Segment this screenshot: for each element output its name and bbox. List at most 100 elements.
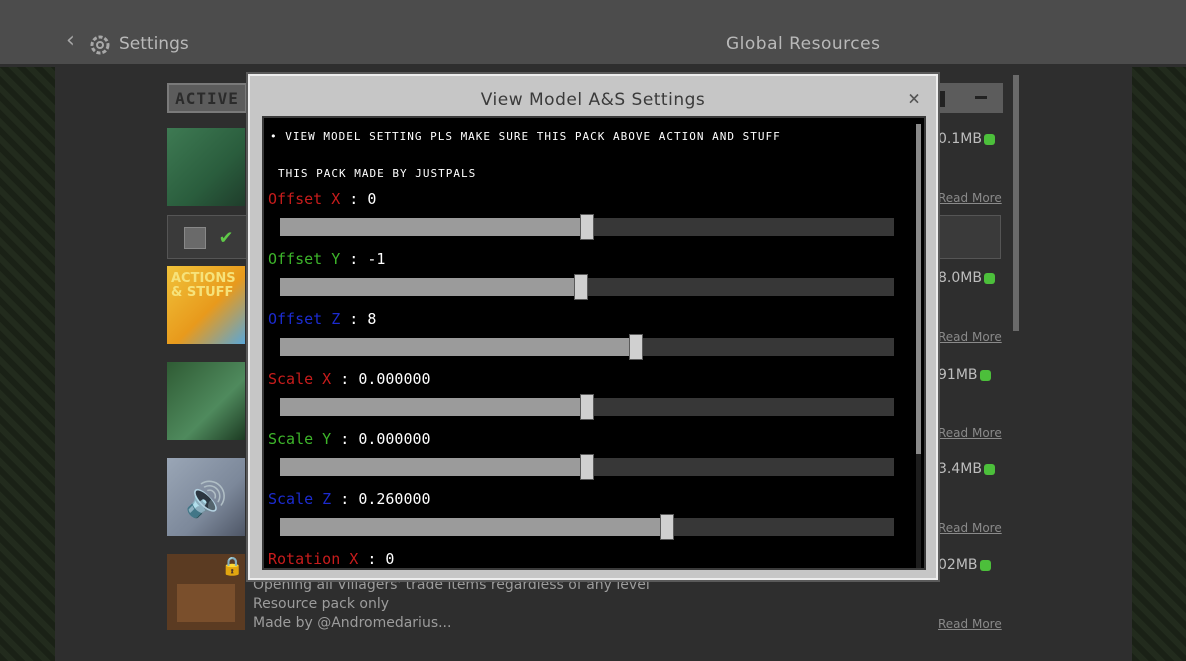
setting-name: Scale X (268, 370, 332, 388)
setting-label: Offset Y : -1 (268, 250, 385, 268)
slider-fill (280, 218, 587, 236)
setting-name: Scale Z (268, 490, 332, 508)
setting-value: 0 (367, 190, 377, 208)
setting-label: Rotation X : 0 (268, 550, 394, 568)
setting-slider[interactable] (280, 334, 894, 360)
setting-separator: : (331, 490, 359, 508)
pack-size: 0.1MB (938, 131, 995, 147)
settings-dialog: View Model A&S Settings × • VIEW MODEL S… (248, 74, 938, 580)
status-dot-icon (979, 559, 991, 571)
setting-name: Offset X (268, 190, 341, 208)
villager-face (177, 584, 235, 622)
dialog-title: View Model A&S Settings (480, 90, 706, 110)
pack-size: 8.0MB (938, 270, 995, 286)
status-dot-icon (983, 463, 995, 475)
setting-separator: : (340, 250, 368, 268)
lock-icon: 🔒 (221, 556, 244, 577)
slider-handle[interactable] (580, 454, 594, 480)
slider-fill (280, 518, 667, 536)
pack-type: Resource pack only (253, 596, 389, 612)
setting-slider[interactable] (280, 274, 894, 300)
setting-slider[interactable] (280, 394, 894, 420)
pack-size: 91MB (938, 367, 991, 383)
pack-thumbnail[interactable]: 🔊 (167, 458, 245, 536)
setting-slider[interactable] (280, 214, 894, 240)
gear-icon[interactable] (88, 33, 112, 57)
slider-fill (280, 458, 587, 476)
setting-label: Scale Y : 0.000000 (268, 430, 431, 448)
setting-label: Scale Z : 0.260000 (268, 490, 431, 508)
setting-value: 0.000000 (358, 370, 431, 388)
setting-slider[interactable] (280, 454, 894, 480)
setting-row: Scale Z : 0.260000 (268, 490, 908, 550)
close-icon[interactable]: × (908, 86, 920, 110)
setting-value: 0.000000 (358, 430, 431, 448)
setting-row: Scale X : 0.000000 (268, 370, 908, 430)
minus-icon (975, 96, 987, 99)
setting-separator: : (331, 370, 359, 388)
setting-separator: : (331, 430, 359, 448)
read-more-link[interactable]: Read More (938, 426, 1002, 440)
setting-slider[interactable] (280, 514, 894, 540)
setting-value: 8 (367, 310, 377, 328)
setting-row: Scale Y : 0.000000 (268, 430, 908, 490)
read-more-link[interactable]: Read More (938, 330, 1002, 344)
setting-label: Offset Z : 8 (268, 310, 376, 328)
checkmark-icon[interactable]: ✔ (220, 224, 232, 248)
setting-separator: : (340, 310, 368, 328)
setting-separator: : (358, 550, 386, 568)
setting-name: Rotation X (268, 550, 359, 568)
read-more-link[interactable]: Read More (938, 191, 1002, 205)
list-scrollbar[interactable] (1013, 75, 1019, 331)
pack-thumbnail[interactable] (167, 128, 245, 206)
setting-separator: : (340, 190, 368, 208)
setting-name: Offset Y (268, 250, 341, 268)
top-bar: ‹ Settings Global Resources (0, 0, 1186, 67)
background-wall-left (0, 67, 55, 661)
collapse-button[interactable] (937, 83, 1003, 113)
setting-value: -1 (367, 250, 386, 268)
setting-row: Rotation X : 0 (268, 550, 908, 568)
slider-handle[interactable] (659, 514, 674, 540)
section-title: Global Resources (726, 34, 881, 54)
credit-text: THIS PACK MADE BY JUSTPALS (278, 167, 477, 180)
setting-row: Offset Y : -1 (268, 250, 908, 310)
slider-fill (280, 398, 587, 416)
tab-active[interactable]: ACTIVE (167, 83, 247, 113)
slider-handle[interactable] (580, 214, 594, 240)
slider-fill (280, 338, 637, 356)
dialog-content: • VIEW MODEL SETTING PLS MAKE SURE THIS … (262, 116, 926, 570)
pack-author: Made by @Andromedarius... (253, 615, 452, 631)
setting-name: Offset Z (268, 310, 341, 328)
setting-label: Offset X : 0 (268, 190, 376, 208)
setting-row: Offset Z : 8 (268, 310, 908, 370)
pack-thumbnail[interactable]: 🔒 (167, 554, 245, 630)
speaker-icon: 🔊 (185, 480, 228, 520)
slider-handle[interactable] (580, 394, 594, 420)
notice-text: • VIEW MODEL SETTING PLS MAKE SURE THIS … (270, 130, 781, 143)
slider-handle[interactable] (629, 334, 644, 360)
chevron-left-icon[interactable]: ‹ (64, 30, 77, 52)
slider-handle[interactable] (573, 274, 588, 300)
page-title[interactable]: Settings (119, 34, 189, 54)
read-more-link[interactable]: Read More (938, 617, 1002, 631)
status-dot-icon (979, 369, 991, 381)
pack-size: 3.4MB (938, 461, 995, 477)
setting-label: Scale X : 0.000000 (268, 370, 431, 388)
pack-thumbnail[interactable]: ACTIONS & STUFF (167, 266, 245, 344)
slider-fill (280, 278, 581, 296)
bar-icon (939, 91, 945, 107)
setting-value: 0 (385, 550, 395, 568)
background-wall-right (1132, 67, 1186, 661)
setting-value: 0.260000 (358, 490, 431, 508)
setting-row: Offset X : 0 (268, 190, 908, 250)
read-more-link[interactable]: Read More (938, 521, 1002, 535)
status-dot-icon (983, 133, 995, 145)
setting-name: Scale Y (268, 430, 332, 448)
pack-thumbnail[interactable] (167, 362, 245, 440)
thumbnail-text: ACTIONS & STUFF (171, 271, 236, 300)
settings-icon[interactable] (184, 227, 206, 249)
status-dot-icon (983, 272, 995, 284)
dialog-scrollbar-thumb[interactable] (916, 124, 921, 454)
pack-size: 02MB (938, 557, 991, 573)
